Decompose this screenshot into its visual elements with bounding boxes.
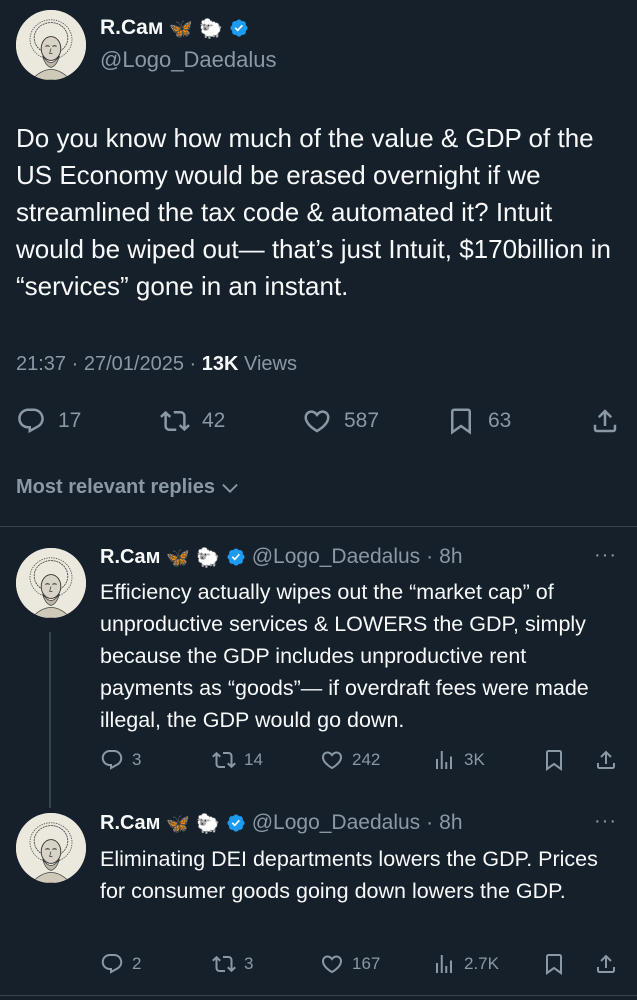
bookmark-icon [446,406,476,436]
repost-icon [212,952,236,976]
author-name-row[interactable]: R.Caм 🦋 🐑 [100,16,249,40]
sheep-emoji: 🐑 [196,546,220,569]
bookmark-button[interactable]: 63 [446,406,511,436]
reply-author-name[interactable]: R.Caм [100,546,160,569]
thread-connector-line [49,632,51,808]
reply-header: R.Caм 🦋 🐑 @Logo_Daedalus · 8h [100,811,463,835]
reply-count: 3 [132,750,142,769]
replies-sort-label: Most relevant replies [16,476,215,498]
repost-button[interactable]: 14 [212,748,263,772]
repost-button[interactable]: 42 [160,406,225,436]
repost-count: 14 [244,750,263,769]
author-handle[interactable]: @Logo_Daedalus [100,47,276,73]
post-date[interactable]: 27/01/2025 [84,353,184,375]
share-icon [594,952,618,976]
repost-button[interactable]: 3 [212,952,253,976]
views-chart-icon [432,748,456,772]
sheep-emoji: 🐑 [196,812,220,835]
share-icon [590,406,620,436]
post-text: Do you know how much of the value & GDP … [16,123,612,301]
reply-avatar[interactable] [16,813,86,883]
bookmark-button[interactable] [542,748,574,772]
butterfly-emoji: 🦋 [166,812,191,835]
like-button[interactable]: 167 [320,952,380,976]
sheep-emoji: 🐑 [199,17,223,40]
share-button[interactable] [594,952,626,976]
verified-badge-icon [226,813,246,833]
reply-text: Efficiency actually wipes out the “marke… [100,580,589,732]
reply-author-handle[interactable]: @Logo_Daedalus [252,545,420,569]
divider [0,526,637,527]
verified-badge-icon [226,547,246,567]
reply-header: R.Caм 🦋 🐑 @Logo_Daedalus · 8h [100,545,463,569]
like-count: 242 [352,750,381,769]
views-chart-icon [432,952,456,976]
more-options-icon[interactable]: ··· [594,810,617,833]
bookmark-count: 63 [488,409,512,432]
author-name[interactable]: R.Caм [100,16,163,40]
repost-icon [160,406,190,436]
views-count: 3K [464,750,485,769]
like-button[interactable]: 587 [302,406,379,436]
divider [0,995,637,996]
bookmark-icon [542,952,566,976]
heart-icon [320,748,344,772]
views-count: 2.7K [464,954,499,973]
reply-avatar[interactable] [16,548,86,618]
repost-icon [212,748,236,772]
author-avatar[interactable] [16,10,86,80]
more-options-icon[interactable]: ··· [594,544,617,567]
reply-button[interactable]: 3 [100,748,141,772]
reply-author-name[interactable]: R.Caм [100,812,160,835]
post-time[interactable]: 21:37 [16,353,66,375]
bookmark-button[interactable] [542,952,574,976]
reply-button[interactable]: 17 [16,406,81,436]
like-button[interactable]: 242 [320,748,380,772]
views-button[interactable]: 3K [432,748,485,772]
repost-count: 3 [244,954,254,973]
views-button[interactable]: 2.7K [432,952,499,976]
reply-count: 2 [132,954,142,973]
reply-time[interactable]: 8h [439,545,462,569]
reply-author-handle[interactable]: @Logo_Daedalus [252,811,420,835]
butterfly-emoji: 🦋 [169,17,194,40]
chevron-down-icon [219,477,241,499]
post-meta: 21:37 · 27/01/2025 · 13K Views [16,353,297,375]
reply-button[interactable]: 2 [100,952,141,976]
share-button[interactable] [590,406,632,436]
heart-icon [320,952,344,976]
share-icon [594,748,618,772]
butterfly-emoji: 🦋 [166,546,191,569]
views-count: 13K [201,353,239,375]
bookmark-icon [542,748,566,772]
reply-icon [100,952,124,976]
reply-icon [100,748,124,772]
reply-count: 17 [58,409,82,432]
verified-badge-icon [229,18,249,38]
heart-icon [302,406,332,436]
views-label: Views [244,353,297,375]
like-count: 587 [344,409,380,432]
reply-time[interactable]: 8h [439,811,462,835]
reply-icon [16,406,46,436]
share-button[interactable] [594,748,626,772]
repost-count: 42 [202,409,226,432]
like-count: 167 [352,954,381,973]
reply-text: Eliminating DEI departments lowers the G… [100,847,598,903]
replies-sort-dropdown[interactable]: Most relevant replies [16,476,241,499]
